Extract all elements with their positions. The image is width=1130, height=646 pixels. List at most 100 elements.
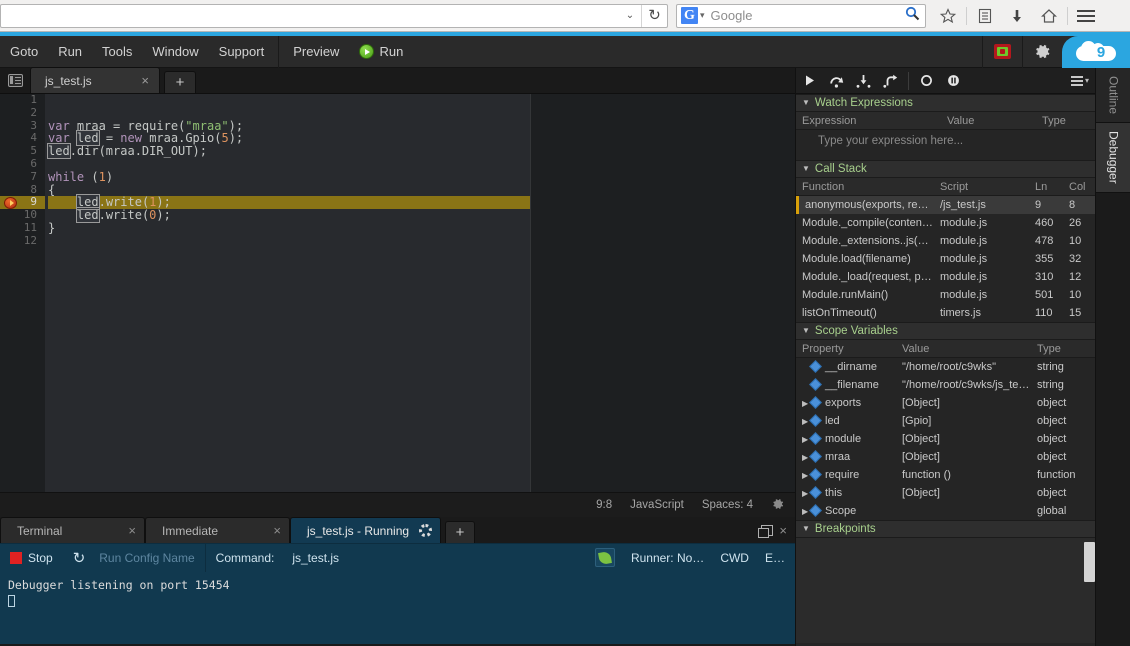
cwd-label[interactable]: CWD	[720, 551, 749, 565]
menu-item-tools[interactable]: Tools	[92, 36, 142, 68]
step-out-button[interactable]	[877, 68, 904, 94]
node-runner-button[interactable]	[595, 548, 615, 567]
gutter-line-12[interactable]: 12	[0, 235, 45, 248]
call-stack-row[interactable]: listOnTimeout()timers.js11015	[796, 304, 1095, 322]
breakpoint-toggle-button[interactable]	[913, 68, 940, 94]
call-stack-row[interactable]: Module._extensions..js(mo…module.js47810	[796, 232, 1095, 250]
step-over-button[interactable]	[823, 68, 850, 94]
menu-item-support[interactable]: Support	[209, 36, 275, 68]
breakpoint-marker-icon[interactable]	[4, 197, 17, 209]
pause-button[interactable]	[940, 68, 967, 94]
gutter-line-10[interactable]: 10	[0, 209, 45, 222]
search-icon[interactable]	[899, 6, 925, 26]
close-icon[interactable]: ×	[273, 523, 281, 538]
gutter-line-7[interactable]: 7	[0, 171, 45, 184]
indent-setting[interactable]: Spaces: 4	[702, 499, 753, 511]
gutter-line-11[interactable]: 11	[0, 222, 45, 235]
scope-variable-row[interactable]: ▶module[Object]object	[796, 430, 1095, 448]
search-bar[interactable]: G ▾ Google	[676, 4, 926, 28]
line-number-gutter[interactable]: 123456789101112	[0, 94, 45, 492]
code-line-10[interactable]: led.write(0);	[48, 209, 530, 222]
terminal-output[interactable]: Debugger listening on port 15454	[0, 571, 795, 644]
call-stack-row[interactable]: Module._load(request, par…module.js31012	[796, 268, 1095, 286]
reader-list-icon[interactable]	[969, 3, 1001, 29]
gutter-line-3[interactable]: 3	[0, 120, 45, 133]
preferences-button[interactable]	[1022, 36, 1062, 68]
runner-label[interactable]: Runner: No…	[631, 551, 704, 565]
code-line-5[interactable]: led.dir(mraa.DIR_OUT);	[48, 145, 530, 158]
file-tree-toggle-button[interactable]	[0, 67, 30, 93]
bottom-tab-terminal[interactable]: Terminal ×	[0, 517, 145, 543]
expand-triangle-icon[interactable]: ▶	[802, 413, 810, 430]
close-icon[interactable]: ×	[141, 73, 149, 88]
watch-expressions-header[interactable]: ▼ Watch Expressions	[796, 94, 1095, 112]
bookmark-star-icon[interactable]	[932, 3, 964, 29]
run-config-name-input[interactable]: Run Config Name	[95, 551, 194, 565]
scope-variable-row[interactable]: ▶Scopeglobal	[796, 502, 1095, 520]
url-dropdown-icon[interactable]: ⌄	[619, 10, 641, 21]
editor-settings-gear-icon[interactable]	[771, 497, 785, 514]
maximize-panel-icon[interactable]	[761, 525, 773, 536]
watch-expression-input[interactable]: Type your expression here...	[796, 130, 1095, 152]
downloads-icon[interactable]	[1001, 3, 1033, 29]
call-stack-row[interactable]: Module.load(filename)module.js35532	[796, 250, 1095, 268]
bug-button[interactable]	[982, 36, 1022, 68]
google-icon[interactable]: G	[681, 7, 698, 24]
resume-button[interactable]	[796, 68, 823, 94]
preview-button[interactable]: Preview	[283, 36, 349, 68]
scope-variable-row[interactable]: __filename"/home/root/c9wks/js_test.js"s…	[796, 376, 1095, 394]
env-label[interactable]: E…	[765, 551, 785, 565]
expand-triangle-icon[interactable]: ▶	[802, 395, 810, 412]
menu-item-goto[interactable]: Goto	[0, 36, 48, 68]
expand-triangle-icon[interactable]: ▶	[802, 485, 810, 502]
home-icon[interactable]	[1033, 3, 1065, 29]
sidebar-tab-debugger[interactable]: Debugger	[1096, 123, 1130, 193]
new-bottom-tab-button[interactable]: +	[445, 521, 475, 543]
run-button[interactable]: Run	[349, 36, 413, 68]
code-line-1[interactable]	[48, 94, 530, 107]
scope-variable-row[interactable]: ▶exports[Object]object	[796, 394, 1095, 412]
scope-variables-list[interactable]: __dirname"/home/root/c9wks"string__filen…	[796, 358, 1095, 520]
code-line-6[interactable]	[48, 158, 530, 171]
call-stack-row[interactable]: Module._compile(content, f…module.js4602…	[796, 214, 1095, 232]
bottom-tab-immediate[interactable]: Immediate ×	[145, 517, 290, 543]
restart-button[interactable]: ↻	[63, 549, 96, 567]
code-line-7[interactable]: while (1)	[48, 171, 530, 184]
url-bar[interactable]: ⌄ ↻	[0, 4, 668, 28]
close-panel-icon[interactable]: ×	[779, 523, 787, 538]
scope-variable-row[interactable]: ▶this[Object]object	[796, 484, 1095, 502]
gutter-line-1[interactable]: 1	[0, 94, 45, 107]
expand-triangle-icon[interactable]: ▶	[802, 449, 810, 466]
language-mode[interactable]: JavaScript	[630, 499, 684, 511]
expand-triangle-icon[interactable]: ▶	[802, 467, 810, 484]
gutter-line-4[interactable]: 4	[0, 132, 45, 145]
code-content[interactable]: var mraa = require("mraa");var led = new…	[45, 94, 530, 492]
search-input[interactable]: Google	[705, 8, 899, 23]
menu-item-run[interactable]: Run	[48, 36, 92, 68]
call-stack-row[interactable]: Module.runMain()module.js50110	[796, 286, 1095, 304]
call-stack-list[interactable]: anonymous(exports, requir…/js_test.js98M…	[796, 196, 1095, 322]
editor-tab-js-test[interactable]: js_test.js ×	[30, 67, 160, 93]
breakpoints-header[interactable]: ▼ Breakpoints	[796, 520, 1095, 538]
expand-triangle-icon[interactable]: ▶	[802, 503, 810, 520]
menu-item-window[interactable]: Window	[142, 36, 208, 68]
call-stack-header[interactable]: ▼ Call Stack	[796, 160, 1095, 178]
cloud9-logo[interactable]: 9	[1062, 36, 1130, 68]
command-value[interactable]: js_test.js	[292, 551, 339, 565]
code-line-11[interactable]: }	[48, 222, 530, 235]
scope-variable-row[interactable]: ▶mraa[Object]object	[796, 448, 1095, 466]
code-editor[interactable]: 123456789101112 var mraa = require("mraa…	[0, 94, 795, 492]
expand-triangle-icon[interactable]: ▶	[802, 431, 810, 448]
scope-variable-row[interactable]: __dirname"/home/root/c9wks"string	[796, 358, 1095, 376]
breakpoints-list[interactable]	[796, 538, 1095, 643]
code-line-12[interactable]	[48, 235, 530, 248]
reload-icon[interactable]: ↻	[641, 5, 667, 27]
breakpoints-scrollbar[interactable]	[1084, 542, 1095, 582]
stop-button[interactable]: Stop	[0, 551, 63, 565]
sidebar-tab-outline[interactable]: Outline	[1096, 68, 1130, 123]
scope-variable-row[interactable]: ▶led[Gpio]object	[796, 412, 1095, 430]
new-editor-tab-button[interactable]: +	[164, 71, 196, 93]
call-stack-row[interactable]: anonymous(exports, requir…/js_test.js98	[796, 196, 1095, 214]
close-icon[interactable]: ×	[128, 523, 136, 538]
gutter-line-2[interactable]: 2	[0, 107, 45, 120]
